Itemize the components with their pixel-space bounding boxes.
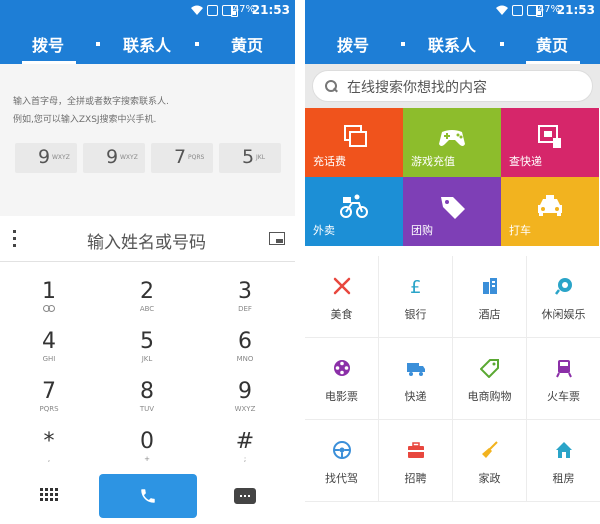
tab-dial[interactable]: 拨号 bbox=[337, 32, 369, 56]
tab-separator bbox=[96, 42, 100, 46]
example-key-chip: 9 WXYZ bbox=[83, 143, 145, 173]
search-input[interactable]: 在线搜索你想找的内容 bbox=[312, 70, 593, 102]
key-hash[interactable]: #; bbox=[196, 420, 294, 472]
steering-wheel-icon bbox=[333, 441, 351, 459]
category-movie-ticket[interactable]: 电影票 bbox=[305, 338, 379, 420]
train-icon bbox=[556, 360, 572, 378]
yellowpages-screen: 47% 21:53 拨号 联系人 黄页 在线搜索你想找的内容 充话费 游戏充值 … bbox=[305, 0, 600, 524]
key-0[interactable]: 0 + bbox=[98, 420, 196, 472]
tile-express[interactable]: 查快递 bbox=[501, 108, 599, 177]
example-key-chip: 7 PQRS bbox=[151, 143, 213, 173]
search-area: 在线搜索你想找的内容 bbox=[305, 64, 600, 108]
phone-icon bbox=[141, 489, 155, 503]
sim1-icon bbox=[207, 5, 218, 16]
category-renting[interactable]: 租房 bbox=[527, 420, 600, 502]
tab-contacts[interactable]: 联系人 bbox=[123, 32, 171, 56]
screen-divider bbox=[295, 0, 305, 524]
key-7[interactable]: 7 PQRS bbox=[0, 370, 98, 422]
status-icons bbox=[191, 5, 233, 16]
tab-separator bbox=[500, 42, 504, 46]
key-star[interactable]: *, bbox=[0, 420, 98, 472]
leisure-icon bbox=[555, 278, 572, 295]
food-icon bbox=[333, 277, 351, 295]
category-food[interactable]: 美食 bbox=[305, 256, 379, 338]
category-bank[interactable]: £ 银行 bbox=[379, 256, 453, 338]
key-8[interactable]: 8 TUV bbox=[98, 370, 196, 422]
clock: 21:53 bbox=[251, 3, 290, 17]
delivery-bike-icon bbox=[340, 194, 368, 218]
tab-dial[interactable]: 拨号 bbox=[32, 32, 64, 56]
hint-text-2: 例如,您可以输入ZXSJ搜索中兴手机. bbox=[13, 115, 157, 125]
film-reel-icon bbox=[334, 360, 350, 376]
app-bar: 47% 21:53 拨号 联系人 黄页 bbox=[305, 0, 600, 64]
sim-select-icon[interactable] bbox=[269, 232, 285, 245]
taxi-icon bbox=[538, 195, 562, 216]
status-icons bbox=[496, 5, 538, 16]
key-1[interactable]: 1 bbox=[0, 270, 98, 322]
clock: 21:53 bbox=[556, 3, 595, 17]
key-2[interactable]: 2 ABC bbox=[98, 270, 196, 322]
voicemail-icon bbox=[43, 305, 55, 312]
svg-text:£: £ bbox=[410, 277, 421, 296]
key-3[interactable]: 3 DEF bbox=[196, 270, 294, 322]
tab-separator bbox=[195, 42, 199, 46]
status-bar: 47% 21:53 bbox=[305, 0, 600, 22]
tab-bar: 拨号 联系人 黄页 bbox=[0, 24, 295, 64]
hint-text-1: 输入首字母，全拼或者数字搜索联系人. bbox=[13, 97, 169, 107]
category-train-ticket[interactable]: 火车票 bbox=[527, 338, 600, 420]
parcel-icon bbox=[538, 125, 561, 148]
house-icon bbox=[556, 442, 572, 458]
tab-separator bbox=[401, 42, 405, 46]
sim1-icon bbox=[512, 5, 523, 16]
tab-yellowpages[interactable]: 黄页 bbox=[536, 32, 568, 56]
number-input-bar: 输入姓名或号码 bbox=[0, 216, 295, 262]
tab-contacts[interactable]: 联系人 bbox=[428, 32, 476, 56]
tag-icon bbox=[441, 197, 465, 219]
bank-icon: £ bbox=[410, 277, 421, 296]
key-5[interactable]: 5 JKL bbox=[98, 320, 196, 372]
gamepad-icon bbox=[439, 130, 465, 146]
example-key-chip: 9 WXYZ bbox=[15, 143, 77, 173]
status-bar: 47% 21:53 bbox=[0, 0, 295, 22]
number-input[interactable]: 输入姓名或号码 bbox=[87, 228, 206, 253]
briefcase-icon bbox=[408, 442, 424, 458]
tile-game-recharge[interactable]: 游戏充值 bbox=[403, 108, 501, 177]
dialpad-toggle-icon[interactable] bbox=[40, 488, 58, 504]
category-online-shopping[interactable]: 电商购物 bbox=[453, 338, 527, 420]
search-placeholder: 在线搜索你想找的内容 bbox=[347, 80, 487, 96]
app-bar: 47% 21:53 拨号 联系人 黄页 bbox=[0, 0, 295, 64]
key-6[interactable]: 6 MNO bbox=[196, 320, 294, 372]
category-recruitment[interactable]: 招聘 bbox=[379, 420, 453, 502]
wifi-icon bbox=[496, 5, 508, 15]
category-express[interactable]: 快递 bbox=[379, 338, 453, 420]
call-button[interactable] bbox=[99, 474, 197, 518]
category-housekeeping[interactable]: 家政 bbox=[453, 420, 527, 502]
message-icon[interactable] bbox=[234, 488, 256, 504]
key-4[interactable]: 4 GHI bbox=[0, 320, 98, 372]
shopping-tag-icon bbox=[480, 359, 499, 378]
search-hint-area: 输入首字母，全拼或者数字搜索联系人. 例如,您可以输入ZXSJ搜索中兴手机. bbox=[0, 64, 295, 216]
tile-taxi[interactable]: 打车 bbox=[501, 177, 599, 246]
wifi-icon bbox=[191, 5, 203, 15]
category-leisure[interactable]: 休闲娱乐 bbox=[527, 256, 600, 338]
tile-groupbuy[interactable]: 团购 bbox=[403, 177, 501, 246]
tab-bar: 拨号 联系人 黄页 bbox=[305, 24, 600, 64]
tab-yellowpages[interactable]: 黄页 bbox=[231, 32, 263, 56]
truck-icon bbox=[407, 363, 425, 376]
hotel-icon bbox=[483, 278, 497, 294]
recharge-icon bbox=[344, 125, 367, 147]
category-hotel[interactable]: 酒店 bbox=[453, 256, 527, 338]
example-key-chip: 5 JKL bbox=[219, 143, 281, 173]
category-designated-driver[interactable]: 找代驾 bbox=[305, 420, 379, 502]
broom-icon bbox=[482, 441, 498, 458]
tile-recharge[interactable]: 充话费 bbox=[305, 108, 403, 177]
tile-takeout[interactable]: 外卖 bbox=[305, 177, 403, 246]
dialer-screen: 47% 21:53 拨号 联系人 黄页 输入首字母，全拼或者数字搜索联系人. 例… bbox=[0, 0, 295, 524]
key-9[interactable]: 9 WXYZ bbox=[196, 370, 294, 422]
search-icon bbox=[325, 80, 337, 92]
overflow-menu-icon[interactable] bbox=[13, 230, 17, 248]
